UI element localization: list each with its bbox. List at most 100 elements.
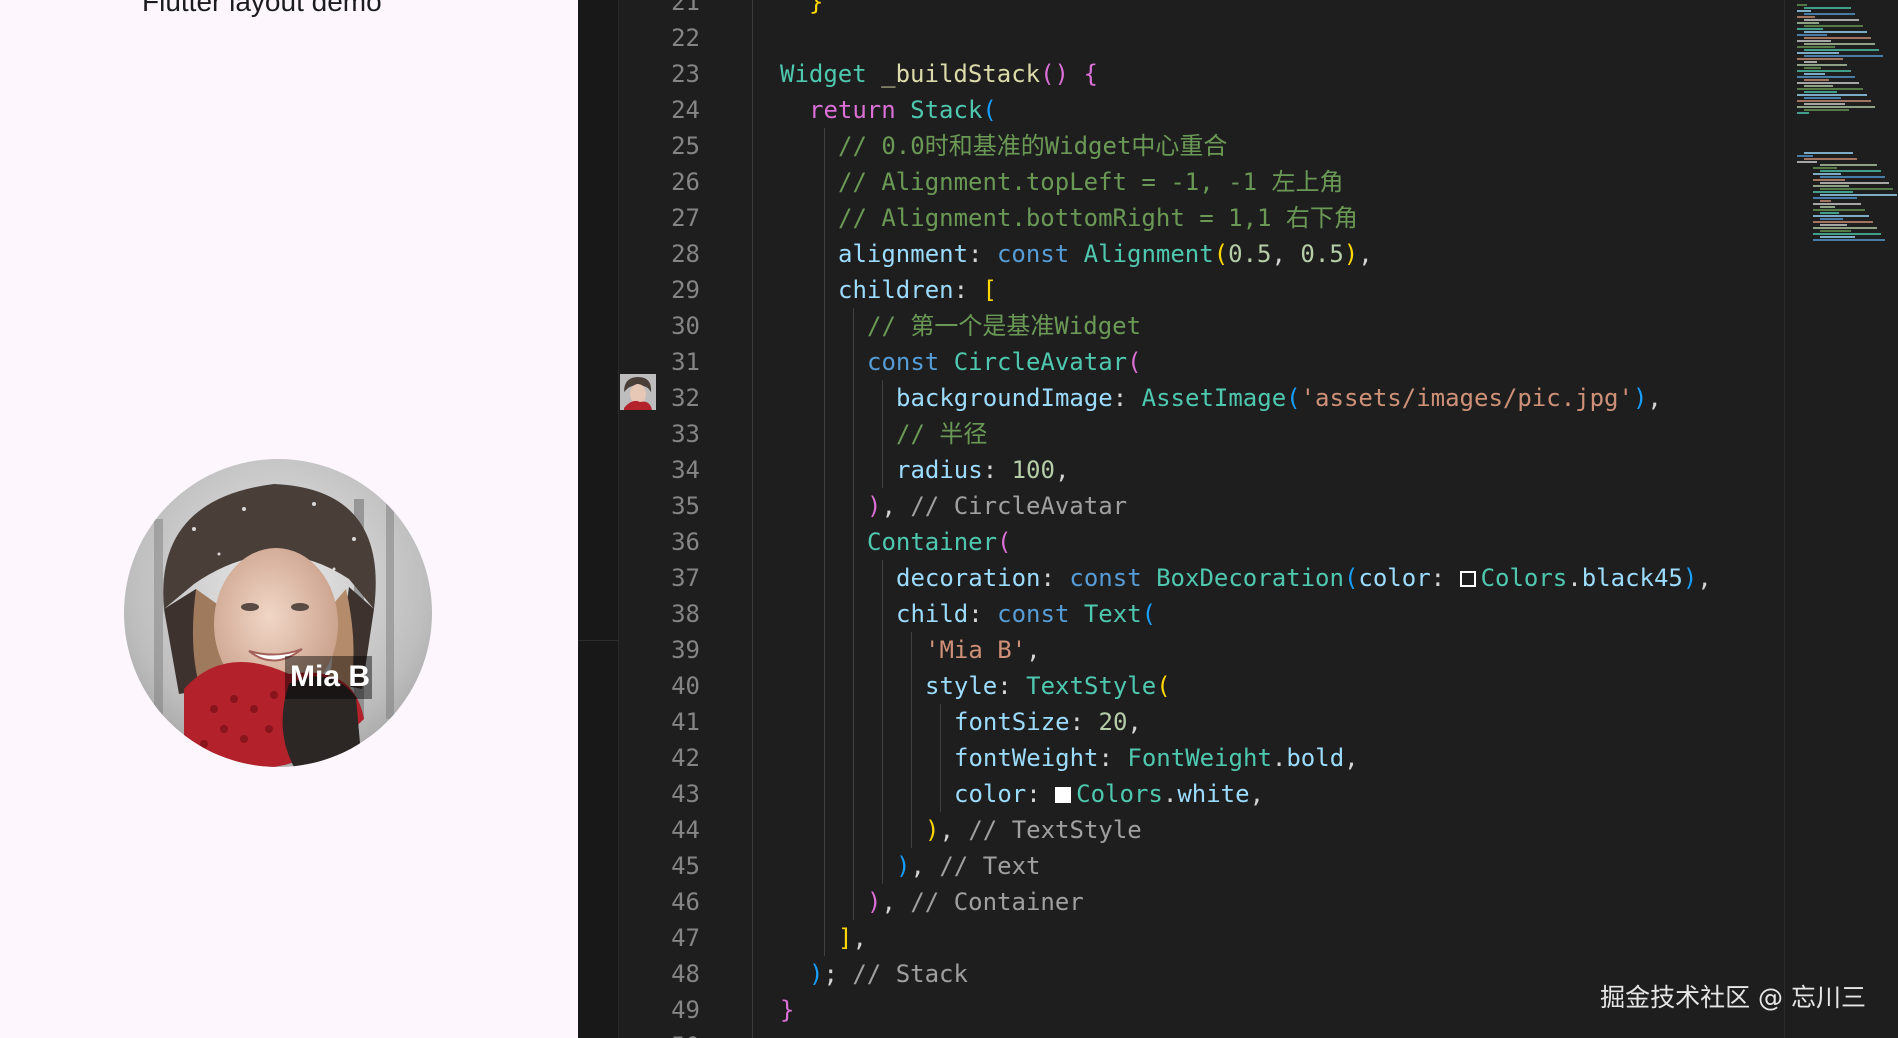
line-number: 22 — [671, 24, 700, 52]
code-token: ) — [1682, 564, 1698, 592]
minimap-line — [1813, 167, 1837, 169]
code-line[interactable]: 42 fontWeight: FontWeight.bold, — [578, 740, 1784, 776]
indent-guide — [940, 776, 941, 812]
code-token: color — [954, 780, 1027, 808]
line-number: 49 — [671, 996, 700, 1024]
minimap-line — [1813, 221, 1873, 223]
code-token: . — [1162, 780, 1178, 808]
code-line[interactable]: 37 decoration: const BoxDecoration(color:… — [578, 560, 1784, 596]
minimap-line — [1813, 239, 1885, 241]
code-line[interactable]: 46), // Container — [578, 884, 1784, 920]
indent-guide — [940, 740, 941, 776]
minimap-line — [1797, 70, 1851, 72]
code-text: fontSize: 20, — [954, 704, 1142, 740]
minimap-line — [1813, 173, 1841, 175]
code-line[interactable]: 41 fontSize: 20, — [578, 704, 1784, 740]
code-token: : — [1112, 384, 1142, 412]
code-line[interactable]: 44), // TextStyle — [578, 812, 1784, 848]
minimap-line — [1797, 82, 1859, 84]
minimap[interactable] — [1785, 0, 1898, 1038]
indent-guide — [853, 848, 854, 884]
code-token: const — [867, 348, 940, 376]
line-number: 29 — [671, 276, 700, 304]
color-swatch-icon[interactable] — [1055, 787, 1072, 803]
code-line[interactable]: 33 // 半径 — [578, 416, 1784, 452]
code-token: AssetImage — [1141, 384, 1287, 412]
code-token: // 第一个是基准Widget — [867, 312, 1142, 340]
code-line[interactable]: 35), // CircleAvatar — [578, 488, 1784, 524]
code-text: // Alignment.topLeft = -1, -1 左上角 — [838, 164, 1343, 200]
code-token: ) — [867, 492, 882, 520]
app-preview: Flutter layout demo Mia B — [0, 0, 578, 1038]
code-line[interactable]: 25 // 0.0时和基准的Widget中心重合 — [578, 128, 1784, 164]
minimap-line — [1820, 182, 1889, 184]
code-token: color — [1358, 564, 1431, 592]
minimap-line — [1804, 158, 1857, 160]
minimap-line — [1813, 185, 1849, 187]
code-line[interactable]: 38 child: const Text( — [578, 596, 1784, 632]
code-line[interactable]: 40 style: TextStyle( — [578, 668, 1784, 704]
code-line[interactable]: 36 Container( — [578, 524, 1784, 560]
indent-guide — [853, 380, 854, 416]
code-line[interactable]: 43 color: Colors.white, — [578, 776, 1784, 812]
image-preview-gutter-icon[interactable] — [620, 374, 656, 410]
code-line[interactable]: 45), // Text — [578, 848, 1784, 884]
indent-guide — [853, 812, 854, 848]
indent-guide — [882, 632, 883, 668]
minimap-line — [1804, 79, 1829, 81]
code-line[interactable]: 21} — [578, 0, 1784, 20]
code-token: , — [939, 816, 969, 844]
minimap-line — [1820, 236, 1855, 238]
code-text: color: Colors.white, — [954, 776, 1264, 812]
code-text: ], — [838, 920, 867, 956]
line-number: 41 — [671, 708, 700, 736]
name-label: Mia B — [290, 660, 371, 693]
minimap-line — [1813, 227, 1877, 229]
code-token: decoration — [896, 564, 1041, 592]
code-line[interactable]: 31 const CircleAvatar( — [578, 344, 1784, 380]
code-editor[interactable]: 21} 22 23 Widget _buildStack() {24 return St… — [578, 0, 1898, 1038]
code-token: ) — [896, 852, 911, 880]
code-line[interactable]: 47], — [578, 920, 1784, 956]
code-line[interactable]: 30 // 第一个是基准Widget — [578, 308, 1784, 344]
code-token: radius — [896, 456, 983, 484]
code-line[interactable]: 28 alignment: const Alignment(0.5, 0.5), — [578, 236, 1784, 272]
code-line[interactable]: 29 children: [ — [578, 272, 1784, 308]
indent-guide — [853, 308, 854, 344]
code-token: { — [1083, 60, 1098, 88]
code-text: // 半径 — [896, 416, 987, 452]
code-token: ( — [1213, 240, 1229, 268]
code-token: } — [780, 996, 795, 1024]
code-token: fontSize — [954, 708, 1070, 736]
minimap-line — [1804, 97, 1841, 99]
line-number: 28 — [671, 240, 700, 268]
code-line[interactable]: 26 // Alignment.topLeft = -1, -1 左上角 — [578, 164, 1784, 200]
minimap-line — [1797, 16, 1815, 18]
code-token: : — [982, 456, 1012, 484]
code-line[interactable]: 32 backgroundImage: AssetImage('assets/im… — [578, 380, 1784, 416]
code-line[interactable]: 24 return Stack( — [578, 92, 1784, 128]
minimap-line — [1813, 191, 1853, 193]
minimap-line — [1804, 103, 1845, 105]
code-text: // 0.0时和基准的Widget中心重合 — [838, 128, 1227, 164]
color-swatch-icon[interactable] — [1459, 571, 1476, 587]
code-line[interactable]: 22 — [578, 20, 1784, 56]
code-line[interactable]: 23 Widget _buildStack() { — [578, 56, 1784, 92]
code-token: , — [910, 852, 940, 880]
code-line[interactable]: 39 'Mia B', — [578, 632, 1784, 668]
code-line[interactable]: 34 radius: 100, — [578, 452, 1784, 488]
code-token: : — [968, 600, 998, 628]
code-area[interactable]: 21} 22 23 Widget _buildStack() {24 return St… — [578, 0, 1784, 1038]
code-token: 0.5 — [1228, 240, 1272, 268]
code-line[interactable]: 50 — [578, 1028, 1784, 1038]
minimap-line — [1820, 194, 1897, 196]
indent-guide — [824, 560, 825, 596]
code-token: black45 — [1581, 564, 1683, 592]
code-line[interactable]: 27 // Alignment.bottomRight = 1,1 右下角 — [578, 200, 1784, 236]
indent-guide — [882, 776, 883, 812]
code-token: ( — [1141, 600, 1157, 628]
code-text: decoration: const BoxDecoration(color: C… — [896, 560, 1712, 596]
code-token: , — [1054, 456, 1070, 484]
name-label-container: Mia B — [285, 656, 373, 699]
